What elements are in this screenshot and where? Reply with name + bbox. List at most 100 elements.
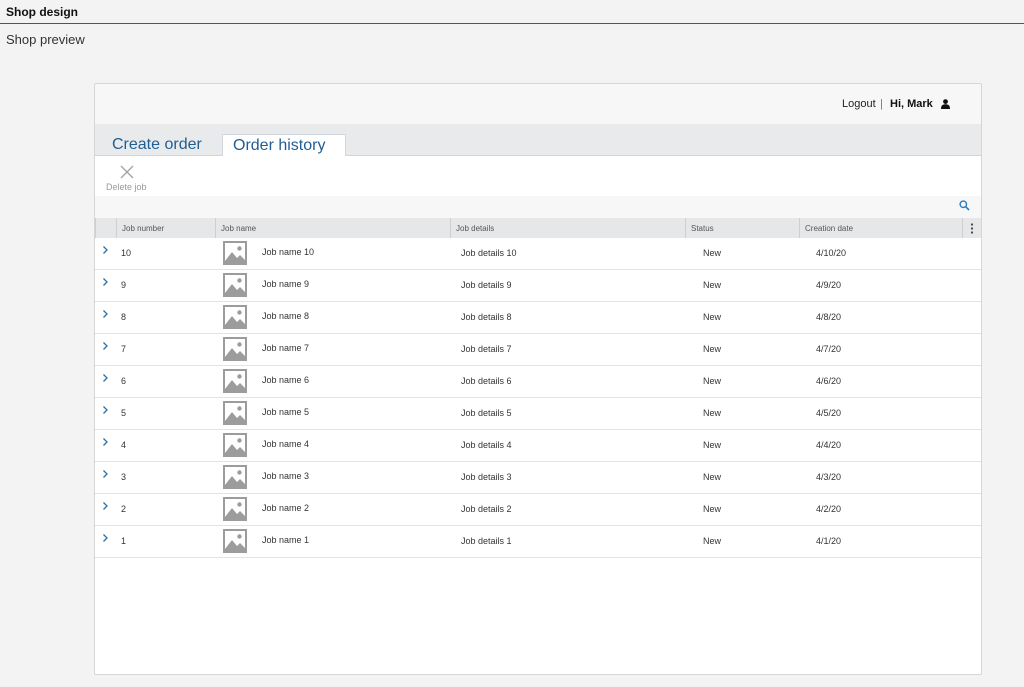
image-placeholder-icon xyxy=(223,401,247,425)
job-details-cell: Job details 9 xyxy=(461,280,512,290)
creation-date-cell: 4/2/20 xyxy=(816,504,842,514)
delete-job-button[interactable]: Delete job xyxy=(105,162,155,194)
preview-topbar: Logout | Hi, Mark xyxy=(95,84,981,124)
job-details-cell: Job details 6 xyxy=(461,376,512,386)
job-name-cell: Job name 6 xyxy=(262,375,310,385)
job-details-cell: Job details 10 xyxy=(461,248,517,258)
status-cell: New xyxy=(703,408,722,418)
job-details-cell: Job details 7 xyxy=(461,344,512,354)
column-header-job-name[interactable]: Job name xyxy=(215,218,450,238)
job-name-cell: Job name 8 xyxy=(262,311,310,321)
status-cell: New xyxy=(703,248,722,258)
creation-date-cell: 4/10/20 xyxy=(816,248,847,258)
chevron-right-icon[interactable] xyxy=(102,309,109,319)
app-title: Shop design xyxy=(6,5,78,19)
column-menu-icon[interactable] xyxy=(970,223,974,234)
status-cell: New xyxy=(703,472,722,482)
job-number-cell: 10 xyxy=(121,248,132,258)
job-number-cell: 3 xyxy=(121,472,127,482)
job-details-cell: Job details 8 xyxy=(461,312,512,322)
status-cell: New xyxy=(703,280,722,290)
shop-preview-frame: Logout | Hi, Mark Create order Order his… xyxy=(94,83,982,675)
search-strip xyxy=(95,196,981,218)
job-number-cell: 2 xyxy=(121,504,127,514)
table-row[interactable]: 6 Job name 6 Job details 6 New 4/6/20 xyxy=(95,366,981,398)
search-icon[interactable] xyxy=(959,200,970,211)
chevron-right-icon[interactable] xyxy=(102,501,109,511)
chevron-right-icon[interactable] xyxy=(102,533,109,543)
image-placeholder-icon xyxy=(223,465,247,489)
column-header-creation-date[interactable]: Creation date xyxy=(799,218,962,238)
creation-date-cell: 4/7/20 xyxy=(816,344,842,354)
column-header-job-number[interactable]: Job number xyxy=(116,218,215,238)
tab-order-history[interactable]: Order history xyxy=(222,134,346,156)
table-row[interactable]: 8 Job name 8 Job details 8 New 4/8/20 xyxy=(95,302,981,334)
job-details-cell: Job details 4 xyxy=(461,440,512,450)
column-header-job-details[interactable]: Job details xyxy=(450,218,685,238)
image-placeholder-icon xyxy=(223,273,247,297)
status-cell: New xyxy=(703,376,722,386)
user-greeting: Hi, Mark xyxy=(890,98,933,110)
status-cell: New xyxy=(703,504,722,514)
column-header-status[interactable]: Status xyxy=(685,218,799,238)
chevron-right-icon[interactable] xyxy=(102,341,109,351)
job-number-cell: 8 xyxy=(121,312,127,322)
job-name-cell: Job name 2 xyxy=(262,503,310,513)
chevron-right-icon[interactable] xyxy=(102,277,109,287)
chevron-right-icon[interactable] xyxy=(102,245,109,255)
table-row[interactable]: 10 Job name 10 Job details 10 New 4/10/20 xyxy=(95,238,981,270)
tab-create-order[interactable]: Create order xyxy=(112,134,202,155)
job-number-cell: 7 xyxy=(121,344,127,354)
job-name-cell: Job name 3 xyxy=(262,471,310,481)
job-number-cell: 9 xyxy=(121,280,127,290)
chevron-right-icon[interactable] xyxy=(102,405,109,415)
job-name-cell: Job name 4 xyxy=(262,439,310,449)
job-details-cell: Job details 2 xyxy=(461,504,512,514)
user-icon[interactable] xyxy=(941,99,950,109)
chevron-right-icon[interactable] xyxy=(102,469,109,479)
job-number-cell: 4 xyxy=(121,440,127,450)
table-row[interactable]: 2 Job name 2 Job details 2 New 4/2/20 xyxy=(95,494,981,526)
table-body: 10 Job name 10 Job details 10 New 4/10/20 9 Jo… xyxy=(95,238,981,558)
image-placeholder-icon xyxy=(223,497,247,521)
image-placeholder-icon xyxy=(223,433,247,457)
image-placeholder-icon xyxy=(223,369,247,393)
table-row[interactable]: 9 Job name 9 Job details 9 New 4/9/20 xyxy=(95,270,981,302)
job-name-cell: Job name 7 xyxy=(262,343,310,353)
delete-job-label: Delete job xyxy=(106,182,147,192)
table-row[interactable]: 1 Job name 1 Job details 1 New 4/1/20 xyxy=(95,526,981,558)
job-name-cell: Job name 1 xyxy=(262,535,310,545)
tab-bar: Create order Order history xyxy=(95,124,981,156)
logout-link[interactable]: Logout xyxy=(842,98,876,110)
job-number-cell: 5 xyxy=(121,408,127,418)
creation-date-cell: 4/1/20 xyxy=(816,536,842,546)
table-row[interactable]: 4 Job name 4 Job details 4 New 4/4/20 xyxy=(95,430,981,462)
job-details-cell: Job details 1 xyxy=(461,536,512,546)
chevron-right-icon[interactable] xyxy=(102,437,109,447)
creation-date-cell: 4/4/20 xyxy=(816,440,842,450)
creation-date-cell: 4/6/20 xyxy=(816,376,842,386)
creation-date-cell: 4/8/20 xyxy=(816,312,842,322)
job-name-cell: Job name 10 xyxy=(262,247,315,257)
image-placeholder-icon xyxy=(223,529,247,553)
table-row[interactable]: 5 Job name 5 Job details 5 New 4/5/20 xyxy=(95,398,981,430)
table-row[interactable]: 7 Job name 7 Job details 7 New 4/7/20 xyxy=(95,334,981,366)
status-cell: New xyxy=(703,344,722,354)
image-placeholder-icon xyxy=(223,305,247,329)
close-icon xyxy=(120,165,134,179)
job-details-cell: Job details 3 xyxy=(461,472,512,482)
status-cell: New xyxy=(703,440,722,450)
job-details-cell: Job details 5 xyxy=(461,408,512,418)
job-name-cell: Job name 5 xyxy=(262,407,310,417)
table-row[interactable]: 3 Job name 3 Job details 3 New 4/3/20 xyxy=(95,462,981,494)
chevron-right-icon[interactable] xyxy=(102,373,109,383)
status-cell: New xyxy=(703,312,722,322)
job-name-cell: Job name 9 xyxy=(262,279,310,289)
table-header: Job number Job name Job details Status C… xyxy=(95,218,981,238)
app-header: Shop design xyxy=(0,0,1024,24)
header-separator: | xyxy=(880,98,883,110)
status-cell: New xyxy=(703,536,722,546)
toolbar: Delete job xyxy=(95,156,981,196)
page-subtitle: Shop preview xyxy=(6,32,85,47)
job-number-cell: 6 xyxy=(121,376,127,386)
